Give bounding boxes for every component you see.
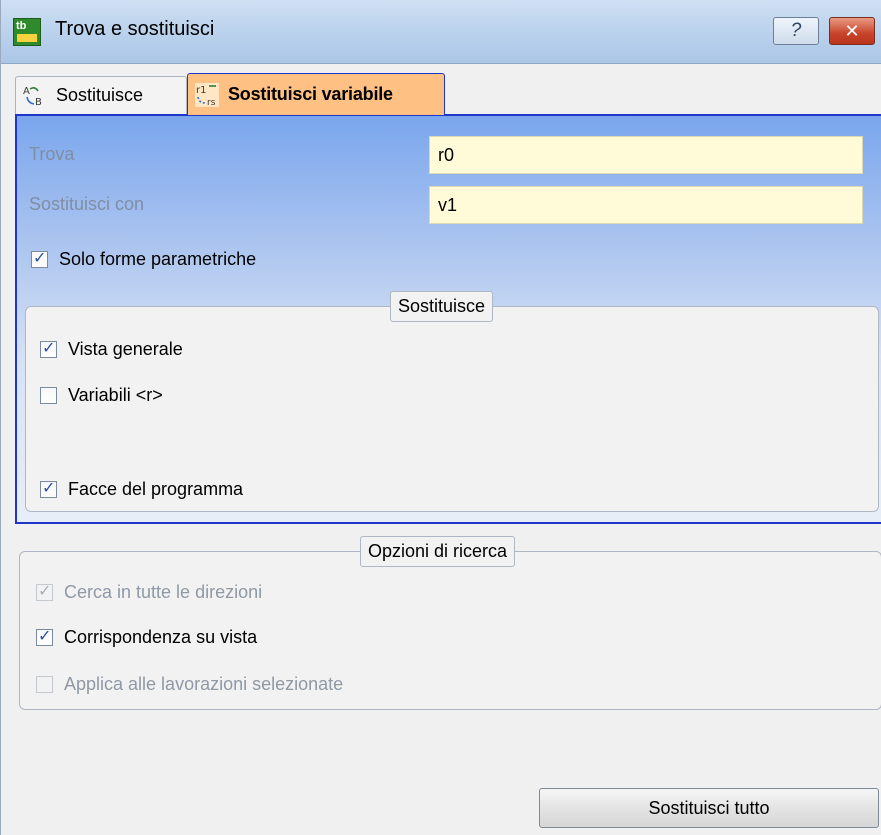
match-view-checkbox[interactable] [36,626,53,646]
general-view-label: Vista generale [68,339,183,359]
match-view-checkbox-row[interactable]: Corrispondenza su vista [36,626,258,648]
replace-variable-icon: r1 rs [194,82,220,108]
app-icon: tb [13,18,41,46]
match-view-label: Corrispondenza su vista [64,627,258,647]
tab-sostituisci-variabile[interactable]: r1 rs Sostituisci variabile [187,73,445,115]
replace-group: Sostituisce Vista generale Variabili <r>… [25,291,879,512]
general-view-checkbox-row[interactable]: Vista generale [40,338,183,360]
only-parametric-checkbox[interactable] [31,248,48,268]
program-faces-checkbox-row[interactable]: Facce del programma [40,478,244,500]
apply-selected-checkbox-row: Applica alle lavorazioni selezionate [36,674,343,695]
svg-text:rs: rs [207,98,216,108]
find-label: Trova [29,144,75,164]
tab-sostituisci-variabile-label: Sostituisci variabile [228,84,393,104]
only-parametric-checkbox-row[interactable]: Solo forme parametriche [31,248,257,270]
replace-all-button[interactable]: Sostituisci tutto [539,788,879,828]
only-parametric-label: Solo forme parametriche [59,249,257,269]
search-options-legend: Opzioni di ricerca [360,536,516,567]
r-variables-checkbox[interactable] [40,387,57,404]
tab-sostituisce[interactable]: A B Sostituisce [15,76,187,114]
app-icon-label: tb [16,20,27,32]
all-directions-checkbox-row: Cerca in tutte le direzioni [36,581,263,603]
window-title: Trova e sostituisci [55,18,215,40]
program-faces-checkbox[interactable] [40,478,57,498]
find-replace-dialog: tb Trova e sostituisci ? ✕ A B Sostituis… [0,0,881,835]
svg-text:A: A [23,86,30,97]
svg-text:B: B [35,97,42,108]
r-variables-label: Variabili <r> [68,385,163,405]
replace-group-legend: Sostituisce [390,291,494,322]
replace-ab-icon: A B [22,83,48,109]
replace-with-input[interactable]: v1 [429,186,863,224]
search-options-group: Opzioni di ricerca Cerca in tutte le dir… [19,536,881,710]
apply-selected-checkbox [36,676,53,693]
general-view-checkbox[interactable] [40,338,57,358]
close-button[interactable]: ✕ [829,17,875,45]
title-bar[interactable]: tb Trova e sostituisci ? ✕ [1,0,881,64]
all-directions-label: Cerca in tutte le direzioni [64,582,263,602]
svg-text:r1: r1 [196,85,206,96]
tab-sostituisce-label: Sostituisce [56,85,144,105]
find-input[interactable]: r0 [429,136,863,174]
all-directions-checkbox [36,581,53,601]
app-icon-bar [17,34,37,42]
r-variables-checkbox-row[interactable]: Variabili <r> [40,385,163,406]
replace-with-label: Sostituisci con [29,194,145,214]
tab-panel-sostituisci-variabile: Trova r0 Sostituisci con v1 Solo forme p… [15,114,881,524]
apply-selected-label: Applica alle lavorazioni selezionate [64,674,344,694]
help-button[interactable]: ? [773,17,819,45]
program-faces-label: Facce del programma [68,479,244,499]
